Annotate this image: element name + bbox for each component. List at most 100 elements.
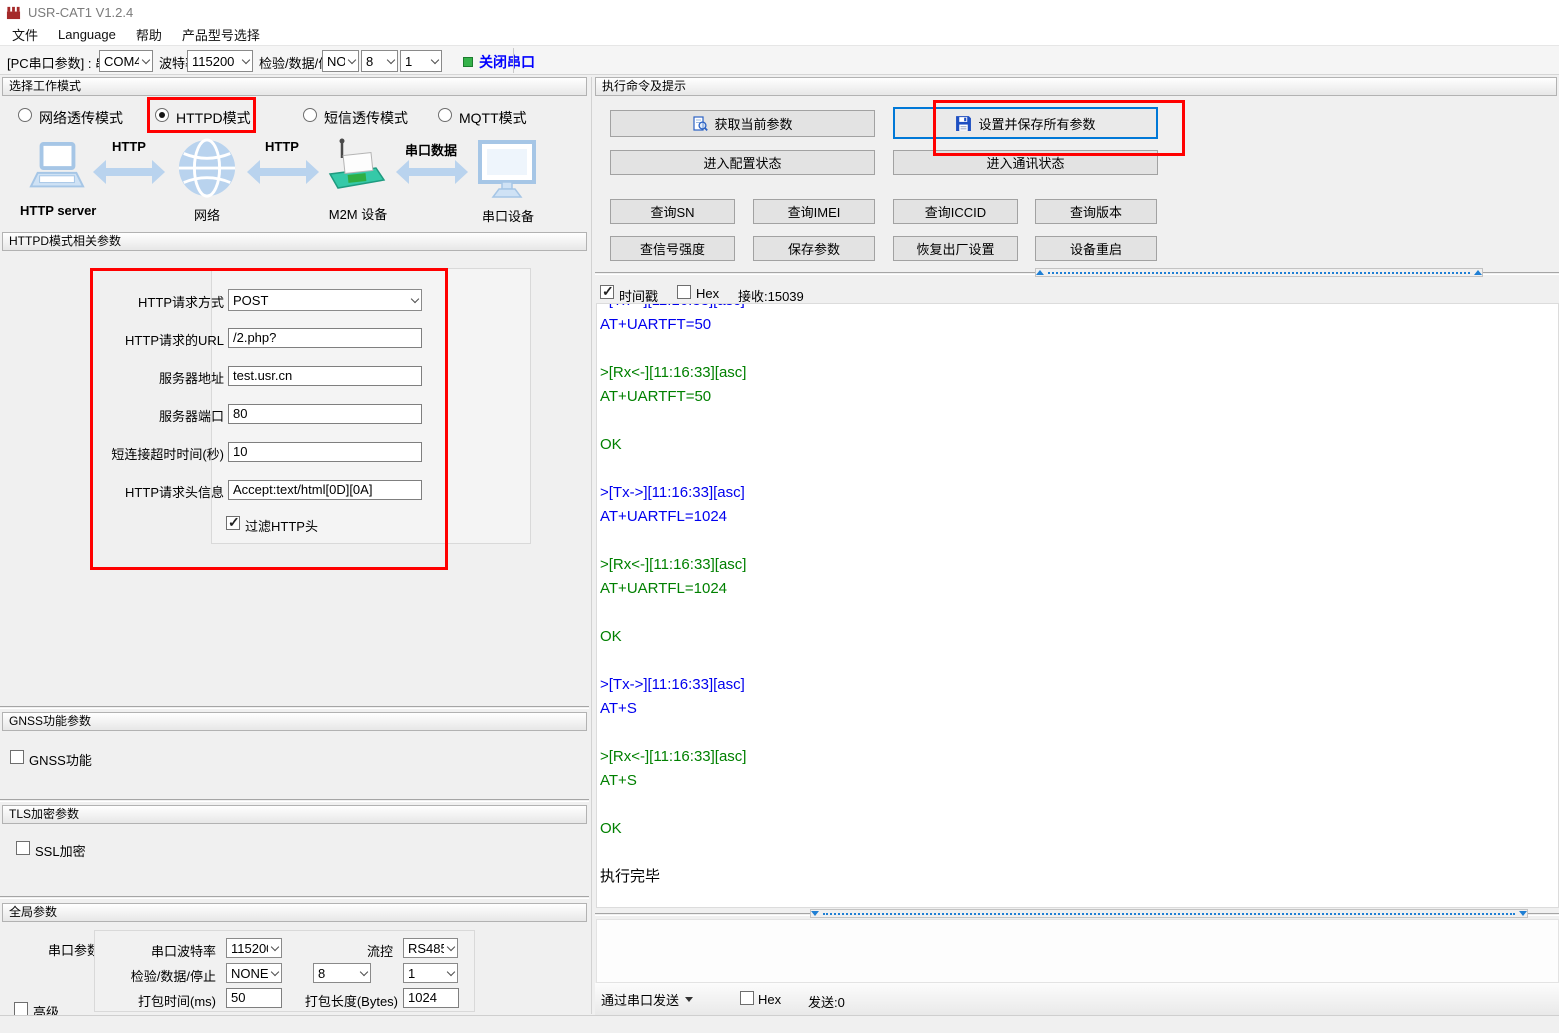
- log-line: >[Rx<-][11:16:33][asc]: [600, 553, 1558, 577]
- enter-config-button[interactable]: 进入配置状态: [610, 150, 875, 175]
- httpd-field-input-4[interactable]: 80: [228, 404, 422, 424]
- filter-http-checkbox[interactable]: [226, 516, 240, 530]
- work-mode-radio-4[interactable]: [438, 108, 452, 122]
- set-save-params-button[interactable]: 设置并保存所有参数: [893, 107, 1158, 139]
- collapse-splitter-top[interactable]: [1035, 268, 1483, 277]
- httpd-field-input-2[interactable]: /2.php?: [228, 328, 422, 348]
- databits-select[interactable]: 8: [361, 50, 398, 72]
- arrow-icon: [396, 160, 468, 184]
- pack-len-input[interactable]: 1024: [403, 988, 459, 1008]
- log-line: >[Rx<-][11:16:33][asc]: [600, 361, 1558, 385]
- panel-divider[interactable]: [591, 77, 592, 1014]
- httpd-field-label-4: 服务器端口: [100, 406, 224, 425]
- query-button-5[interactable]: 查信号强度: [610, 236, 735, 261]
- menu-item-1[interactable]: 文件: [2, 25, 48, 44]
- send-hex-checkbox[interactable]: [740, 991, 754, 1005]
- arrow-icon: [93, 160, 165, 184]
- advanced-checkbox[interactable]: [14, 1002, 28, 1016]
- splitter-dots: [823, 913, 1515, 915]
- recv-hex-checkbox[interactable]: [677, 285, 691, 299]
- timestamp-checkbox[interactable]: [600, 285, 614, 299]
- laptop-icon: [28, 141, 86, 202]
- close-port-button[interactable]: 关闭串口: [463, 52, 535, 72]
- log-line: [600, 721, 1558, 745]
- httpd-field-input-5[interactable]: 10: [228, 442, 422, 462]
- httpd-params-header: HTTPD模式相关参数: [2, 232, 587, 251]
- work-mode-label-3[interactable]: 短信透传模式: [324, 108, 408, 128]
- get-params-button[interactable]: 获取当前参数: [610, 110, 875, 137]
- pack-time-input[interactable]: 50: [226, 988, 282, 1008]
- g-databits-select[interactable]: 8: [313, 963, 371, 983]
- ssl-checkbox[interactable]: [16, 841, 30, 855]
- work-mode-label-1[interactable]: 网络透传模式: [39, 108, 123, 128]
- work-mode-header: 选择工作模式: [2, 77, 587, 96]
- recv-hex-label: Hex: [696, 286, 719, 301]
- query-button-2[interactable]: 查询IMEI: [753, 199, 875, 224]
- m2m-module-icon: [326, 138, 388, 203]
- query-button-6[interactable]: 保存参数: [753, 236, 875, 261]
- chevron-down-icon: [428, 60, 441, 63]
- gnss-header: GNSS功能参数: [2, 712, 587, 731]
- httpd-field-label-2: HTTP请求的URL: [100, 330, 224, 349]
- send-input[interactable]: [596, 919, 1559, 983]
- g-parity-label: 检验/数据/停止: [128, 966, 216, 985]
- link-label: HTTP: [104, 139, 154, 154]
- work-mode-radio-2[interactable]: [155, 108, 169, 122]
- gnss-checkbox[interactable]: [10, 750, 24, 764]
- chevron-down-icon: [444, 972, 457, 975]
- menu-item-2[interactable]: Language: [48, 27, 126, 42]
- node-label: M2M 设备: [322, 204, 394, 223]
- chevron-down-icon: [268, 947, 281, 950]
- com-port-select[interactable]: COM4: [99, 50, 153, 72]
- g-flow-label: 流控: [345, 941, 393, 960]
- httpd-field-input-3[interactable]: test.usr.cn: [228, 366, 422, 386]
- node-label: 网络: [187, 205, 227, 224]
- menu-item-4[interactable]: 产品型号选择: [172, 25, 270, 44]
- work-mode-label-2[interactable]: HTTPD模式: [176, 108, 251, 128]
- title-bar: USR-CAT1 V1.2.4: [0, 0, 1559, 24]
- baud-select[interactable]: 115200: [187, 50, 253, 72]
- chevron-down-icon: [408, 299, 421, 302]
- log-line: [600, 793, 1558, 817]
- query-button-7[interactable]: 恢复出厂设置: [893, 236, 1018, 261]
- log-output[interactable]: >[Tx->][11:16:33][asc]AT+UARTFT=50 >[Rx<…: [596, 303, 1559, 908]
- chevron-down-icon: [239, 60, 252, 63]
- parity-select[interactable]: NONI: [322, 50, 359, 72]
- g-parity-select[interactable]: NONE: [226, 963, 282, 983]
- httpd-field-input-6[interactable]: Accept:text/html[0D][0A]: [228, 480, 422, 500]
- g-flow-select[interactable]: RS485: [403, 938, 458, 958]
- log-line: [600, 529, 1558, 553]
- log-line: AT+S: [600, 697, 1558, 721]
- work-mode-radio-1[interactable]: [18, 108, 32, 122]
- query-button-1[interactable]: 查询SN: [610, 199, 735, 224]
- pack-len-label: 打包长度(Bytes): [300, 991, 398, 1010]
- httpd-field-label-5: 短连接超时时间(秒): [100, 444, 224, 463]
- section-divider: [0, 799, 589, 802]
- log-line: >[Rx<-][11:16:33][asc]: [600, 745, 1558, 769]
- g-stopbits-select[interactable]: 1: [403, 963, 458, 983]
- pack-time-label: 打包时间(ms): [136, 991, 216, 1010]
- work-mode-label-4[interactable]: MQTT模式: [459, 108, 527, 128]
- query-button-4[interactable]: 查询版本: [1035, 199, 1157, 224]
- arrow-icon: [247, 160, 319, 184]
- port-open-indicator-icon: [463, 57, 473, 67]
- query-button-3[interactable]: 查询ICCID: [893, 199, 1018, 224]
- chevron-down-icon: [357, 972, 370, 975]
- g-baud-select[interactable]: 115200: [226, 938, 282, 958]
- menu-bar: 文件Language帮助产品型号选择: [0, 24, 1559, 45]
- log-line: OK: [600, 625, 1558, 649]
- menu-item-3[interactable]: 帮助: [126, 25, 172, 44]
- stopbits-select[interactable]: 1: [400, 50, 442, 72]
- send-bar: 通过串口发送 Hex 发送:0: [595, 983, 1559, 1015]
- collapse-splitter-bottom[interactable]: [810, 909, 1528, 918]
- httpd-method-select[interactable]: POST: [228, 289, 422, 311]
- toolbar-separator: [513, 48, 514, 73]
- log-line: OK: [600, 433, 1558, 457]
- work-mode-radio-3[interactable]: [303, 108, 317, 122]
- send-via-serial-button[interactable]: 通过串口发送: [601, 990, 693, 1009]
- enter-comm-button[interactable]: 进入通讯状态: [893, 150, 1158, 175]
- query-button-8[interactable]: 设备重启: [1035, 236, 1157, 261]
- chevron-down-icon: [384, 60, 397, 63]
- log-line: >[Tx->][11:16:33][asc]: [600, 481, 1558, 505]
- log-line: [600, 601, 1558, 625]
